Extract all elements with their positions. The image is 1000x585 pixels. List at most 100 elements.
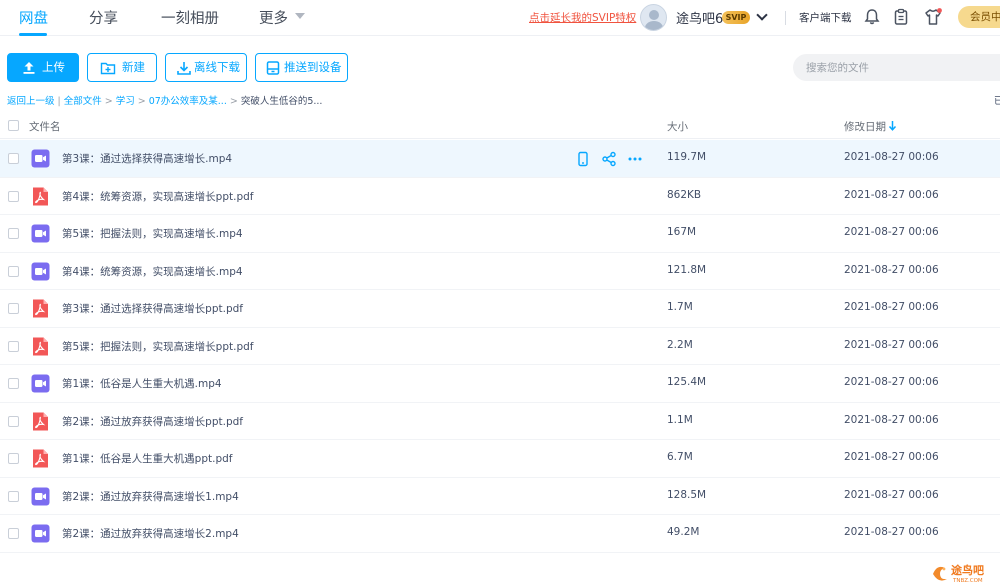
file-size: 2.2M	[667, 338, 693, 351]
sort-down-arrow-icon[interactable]	[888, 120, 897, 131]
table-row[interactable]: 第2课：通过放弃获得高速增长1.mp4 128.5M 2021-08-27 00…	[0, 478, 1000, 515]
push-to-device-label: 推送到设备	[284, 60, 342, 74]
new-label: 新建	[122, 60, 145, 74]
breadcrumb-back[interactable]: 返回上一级	[7, 96, 55, 107]
file-name[interactable]: 第5课：把握法则，实现高速增长ppt.pdf	[62, 339, 254, 354]
breadcrumb-all-files[interactable]: 全部文件	[64, 96, 102, 107]
header-size[interactable]: 大小	[667, 119, 688, 134]
breadcrumb-item-study[interactable]: 学习	[116, 96, 135, 107]
svip-renew-link[interactable]: 点击延长我的SVIP特权	[529, 10, 636, 25]
avatar[interactable]	[640, 4, 667, 31]
file-modified-date: 2021-08-27 00:06	[844, 188, 939, 201]
table-row[interactable]: 第4课：统筹资源，实现高速增长.mp4 121.8M 2021-08-27 00…	[0, 253, 1000, 290]
file-modified-date: 2021-08-27 00:06	[844, 338, 939, 351]
download-icon	[177, 62, 191, 75]
table-row[interactable]: 第2课：通过放弃获得高速增长2.mp4 49.2M 2021-08-27 00:…	[0, 515, 1000, 553]
video-file-icon	[31, 149, 50, 168]
upload-label: 上传	[42, 60, 65, 74]
table-row[interactable]: 第5课：把握法则，实现高速增长.mp4 167M 2021-08-27 00:0…	[0, 215, 1000, 253]
push-to-phone-icon[interactable]	[575, 151, 591, 167]
vip-center-button[interactable]: 会员中心	[958, 6, 1000, 28]
file-modified-date: 2021-08-27 00:06	[844, 376, 939, 388]
row-checkbox[interactable]	[8, 265, 19, 277]
push-to-device-button[interactable]: 推送到设备	[255, 53, 348, 82]
table-header: 文件名 大小 修改日期	[0, 112, 1000, 139]
file-name[interactable]: 第2课：通过放弃获得高速增长2.mp4	[62, 526, 239, 541]
search-input[interactable]	[793, 54, 1000, 81]
watermark-text: 途鸟吧	[951, 563, 984, 577]
file-modified-date: 2021-08-27 00:06	[844, 488, 939, 501]
upload-button[interactable]: 上传	[7, 53, 79, 82]
file-size: 128.5M	[667, 488, 707, 501]
more-options-icon[interactable]	[627, 151, 643, 167]
file-modified-date: 2021-08-27 00:06	[844, 451, 939, 463]
file-name[interactable]: 第1课：低谷是人生重大机遇ppt.pdf	[62, 451, 233, 466]
table-row[interactable]: 第2课：通过放弃获得高速增长ppt.pdf 1.1M 2021-08-27 00…	[0, 403, 1000, 440]
header-modified-date[interactable]: 修改日期	[844, 119, 886, 134]
file-name[interactable]: 第3课：通过选择获得高速增长.mp4	[62, 151, 232, 166]
upload-icon	[23, 62, 35, 74]
site-watermark-logo: 途鸟吧 TNBZ.COM	[933, 563, 984, 584]
select-all-checkbox[interactable]	[8, 120, 19, 131]
file-size: 49.2M	[667, 526, 700, 538]
clipboard-icon[interactable]	[891, 7, 911, 27]
pdf-file-icon	[31, 299, 50, 318]
file-size: 121.8M	[667, 263, 707, 276]
file-name[interactable]: 第4课：统筹资源，实现高速增长ppt.pdf	[62, 189, 254, 204]
pdf-file-icon	[31, 187, 50, 206]
user-menu-chevron-icon[interactable]	[756, 9, 768, 21]
tshirt-skin-icon[interactable]	[923, 7, 943, 27]
row-checkbox[interactable]	[8, 340, 19, 352]
file-modified-date: 2021-08-27 00:06	[844, 151, 939, 163]
file-name[interactable]: 第4课：统筹资源，实现高速增长.mp4	[62, 264, 243, 279]
file-size: 119.7M	[667, 151, 707, 163]
row-checkbox[interactable]	[8, 415, 19, 427]
pdf-file-icon	[31, 412, 50, 431]
file-name[interactable]: 第2课：通过放弃获得高速增长ppt.pdf	[62, 414, 243, 429]
new-folder-button[interactable]: 新建	[87, 53, 157, 82]
share-icon[interactable]	[601, 151, 617, 167]
nav-tab-album[interactable]: 一刻相册	[161, 7, 219, 28]
row-checkbox[interactable]	[8, 190, 19, 202]
file-name[interactable]: 第2课：通过放弃获得高速增长1.mp4	[62, 489, 239, 504]
video-file-icon	[31, 262, 50, 281]
breadcrumb-separator: >	[104, 96, 113, 107]
bell-icon[interactable]	[862, 7, 882, 27]
table-row[interactable]: 第3课：通过选择获得高速增长ppt.pdf 1.7M 2021-08-27 00…	[0, 290, 1000, 328]
row-checkbox[interactable]	[8, 453, 19, 464]
row-checkbox[interactable]	[8, 228, 19, 239]
pdf-file-icon	[31, 449, 50, 468]
breadcrumb-separator: >	[137, 96, 146, 107]
row-checkbox[interactable]	[8, 528, 19, 539]
file-name[interactable]: 第5课：把握法则，实现高速增长.mp4	[62, 226, 243, 241]
video-file-icon	[31, 374, 50, 393]
nav-tab-netdisk[interactable]: 网盘	[19, 7, 48, 28]
row-checkbox[interactable]	[8, 378, 19, 389]
table-row[interactable]: 第4课：统筹资源，实现高速增长ppt.pdf 862KB 2021-08-27 …	[0, 178, 1000, 215]
row-checkbox[interactable]	[8, 490, 19, 502]
video-file-icon	[31, 224, 50, 243]
nav-tab-more[interactable]: 更多	[259, 7, 288, 28]
chevron-down-icon[interactable]	[295, 13, 305, 19]
file-modified-date: 2021-08-27 00:06	[844, 301, 939, 313]
video-file-icon	[31, 487, 50, 506]
file-name[interactable]: 第1课：低谷是人生重大机遇.mp4	[62, 376, 222, 391]
table-row[interactable]: 第1课：低谷是人生重大机遇ppt.pdf 6.7M 2021-08-27 00:…	[0, 440, 1000, 478]
table-row[interactable]: 第1课：低谷是人生重大机遇.mp4 125.4M 2021-08-27 00:0…	[0, 365, 1000, 403]
file-size: 1.7M	[667, 301, 693, 313]
file-name[interactable]: 第3课：通过选择获得高速增长ppt.pdf	[62, 301, 243, 316]
header-file-name[interactable]: 文件名	[29, 119, 61, 134]
breadcrumb-item-folder[interactable]: 07办公效率及某...	[149, 96, 227, 107]
row-checkbox[interactable]	[8, 153, 19, 164]
file-size: 167M	[667, 226, 697, 238]
pdf-file-icon	[31, 337, 50, 356]
row-checkbox[interactable]	[8, 303, 19, 314]
client-download-link[interactable]: 客户端下载	[799, 10, 852, 25]
nav-tab-share[interactable]: 分享	[89, 7, 118, 28]
offline-download-button[interactable]: 离线下载	[165, 53, 247, 82]
table-row[interactable]: 第3课：通过选择获得高速增长.mp4 119.7M 2021-08-27 00:…	[0, 140, 1000, 178]
table-row[interactable]: 第5课：把握法则，实现高速增长ppt.pdf 2.2M 2021-08-27 0…	[0, 328, 1000, 365]
breadcrumb-separator: >	[229, 96, 238, 107]
username[interactable]: 途鸟吧6	[676, 8, 723, 27]
device-icon	[266, 61, 280, 75]
